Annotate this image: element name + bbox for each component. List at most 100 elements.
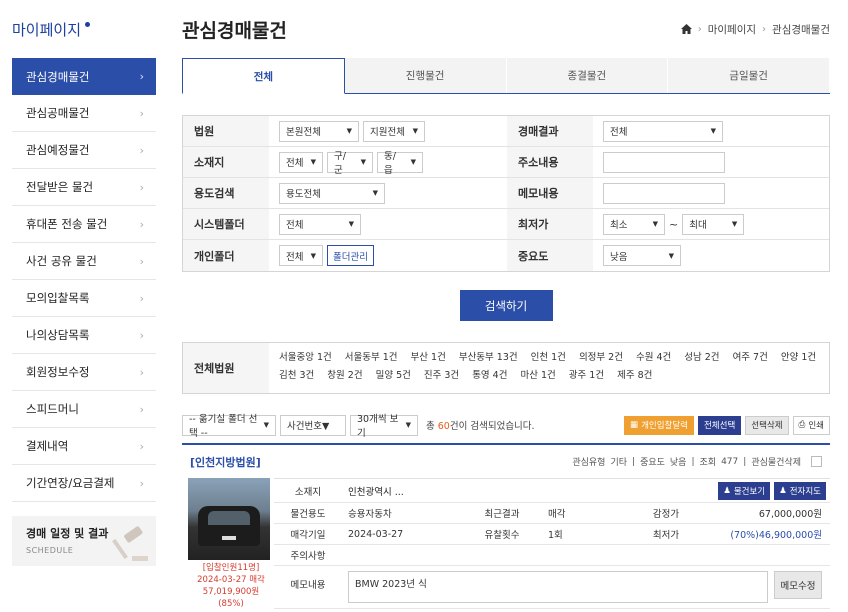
chevron-right-icon: › (139, 291, 144, 305)
filter-row: 소재지 전체 ▼ 구/군 ▼ 동/읍 ▼ 주소내용 (183, 147, 829, 178)
breadcrumb-separator-icon: › (697, 23, 702, 35)
toolbar-actions: ▦ 개인입찰달력 전체선택 선택삭제 ⎙ 인쇄 (624, 415, 830, 435)
sidebar-item-label: 모의입찰목록 (26, 291, 90, 305)
sidebar-item-consult[interactable]: 나의상담목록 › (12, 317, 156, 354)
select-value: 구/군 (334, 151, 346, 176)
breadcrumb-current[interactable]: 관심경매물건 (772, 22, 830, 37)
court-link[interactable]: 부산동부 13건 (459, 349, 518, 363)
court-link[interactable]: 마산 1건 (520, 367, 555, 381)
sidebar: 마이페이지 관심경매물건 › 관심공매물건 › 관심예정물건 › 전달받은 물건 › 휴… (12, 0, 156, 566)
tab-today[interactable]: 금일물건 (668, 58, 830, 93)
tab-in-progress[interactable]: 진행물건 (345, 58, 507, 93)
delete-selected-button[interactable]: 선택삭제 (745, 415, 789, 435)
court-link[interactable]: 여주 7건 (733, 349, 768, 363)
per-page-select[interactable]: 30개씩 보기 ▼ (350, 414, 418, 439)
court-link[interactable]: 성남 2건 (684, 349, 719, 363)
sidebar-item-payments[interactable]: 결제내역 › (12, 428, 156, 465)
notes-key: 주의사항 (290, 551, 326, 562)
court-link[interactable]: 안양 1건 (781, 349, 816, 363)
select-value: 최소 (610, 220, 628, 231)
court-link[interactable]: 의정부 2건 (579, 349, 623, 363)
price-max-select[interactable]: 최대 ▼ (682, 213, 745, 235)
personal-folder-select[interactable]: 전체 ▼ (279, 245, 323, 266)
court-link[interactable]: 서울동부 1건 (345, 349, 398, 363)
address-input[interactable] (603, 151, 725, 173)
select-all-button[interactable]: 전체선택 (697, 415, 742, 435)
court-link[interactable]: 인천 1건 (531, 349, 566, 363)
sidebar-item-interest-public[interactable]: 관심공매물건 › (12, 95, 156, 132)
sidebar-item-interest-auction[interactable]: 관심경매물건 › (12, 58, 156, 95)
court-link[interactable]: 통영 4건 (472, 367, 507, 381)
select-value: 최대 (689, 220, 707, 231)
schedule-banner[interactable]: 경매 일정 및 결과 SCHEDULE (12, 516, 156, 566)
appraisal-key: 감정가 (652, 509, 680, 520)
court-link[interactable]: 제주 8건 (617, 367, 652, 381)
meta-type-label: 관심유형 (572, 458, 606, 468)
court-link[interactable]: 수원 4건 (636, 349, 671, 363)
court-link[interactable]: 광주 1건 (569, 367, 604, 381)
min-price-label: 최저가 (507, 209, 593, 239)
delete-interest-link[interactable]: 관심물건삭제 (751, 455, 801, 468)
sidebar-item-phone-sent[interactable]: 휴대폰 전송 물건 › (12, 206, 156, 243)
home-icon[interactable] (680, 24, 692, 34)
move-folder-select[interactable]: -- 옮기실 폴더 선택 -- ▼ (182, 414, 276, 439)
select-value: 용도전체 (286, 189, 321, 200)
sidebar-item-speed-money[interactable]: 스피드머니 › (12, 391, 156, 428)
sidebar-item-interest-upcoming[interactable]: 관심예정물건 › (12, 132, 156, 169)
location-town-select[interactable]: 동/읍 ▼ (377, 151, 423, 176)
result-select[interactable]: 전체 ▼ (603, 120, 723, 142)
court-link[interactable]: 부산 1건 (411, 349, 446, 363)
item-meta: 관심유형 기타 | 중요도 낮음 | 조회 477 | 관심물건삭제 (572, 455, 822, 468)
tab-all[interactable]: 전체 (182, 58, 345, 94)
location-city-select[interactable]: 전체 ▼ (279, 151, 323, 173)
chevron-right-icon: › (139, 328, 144, 342)
sidebar-item-label: 회원정보수정 (26, 365, 90, 379)
tab-closed[interactable]: 종결물건 (507, 58, 669, 93)
sidebar-item-shared[interactable]: 사건 공유 물건 › (12, 243, 156, 280)
sort-select[interactable]: 사건번호▼ (280, 414, 346, 436)
chevron-right-icon: › (139, 143, 144, 157)
folder-manage-button[interactable]: 폴더관리 (327, 245, 374, 266)
court-link[interactable]: 서울중앙 1건 (279, 349, 332, 363)
meta-type-value: 기타 (610, 458, 628, 468)
search-button[interactable]: 검색하기 (459, 290, 553, 321)
memo-textarea[interactable]: BMW 2023년 식 (348, 571, 768, 603)
brand[interactable]: 마이페이지 (12, 0, 156, 58)
min-price-value: (70%)46,900,000원 (730, 530, 822, 541)
map-button[interactable]: ♟ 전자지도 (774, 481, 826, 500)
location-district-select[interactable]: 구/군 ▼ (327, 151, 373, 176)
sidebar-item-label: 휴대폰 전송 물건 (26, 217, 108, 231)
court-link[interactable]: 창원 2건 (327, 367, 362, 381)
importance-select[interactable]: 낮음 ▼ (603, 245, 681, 266)
sidebar-item-label: 관심공매물건 (26, 106, 90, 120)
view-item-button[interactable]: ♟ 물건보기 (718, 481, 771, 500)
bid-calendar-button[interactable]: ▦ 개인입찰달력 (624, 415, 694, 435)
person-icon: ♟ (779, 485, 787, 496)
system-folder-select[interactable]: 전체 ▼ (279, 213, 361, 235)
price-min-select[interactable]: 최소 ▼ (603, 213, 665, 235)
item-court[interactable]: [인천지방법원] (190, 454, 261, 470)
court-link[interactable]: 밀양 5건 (376, 367, 411, 381)
chevron-right-icon: › (139, 180, 144, 194)
address-label: 주소내용 (507, 147, 593, 177)
sidebar-item-profile[interactable]: 회원정보수정 › (12, 354, 156, 391)
court-main-select[interactable]: 본원전체 ▼ (279, 120, 359, 142)
caret-down-icon: ▼ (310, 251, 316, 260)
sidebar-item-mock-bid[interactable]: 모의입찰목록 › (12, 280, 156, 317)
court-summary-list: 서울중앙 1건 서울동부 1건 부산 1건 부산동부 13건 인천 1건 의정부… (269, 343, 829, 393)
court-branch-select[interactable]: 지원전체 ▼ (363, 120, 425, 142)
sidebar-item-received[interactable]: 전달받은 물건 › (12, 169, 156, 206)
usage-select[interactable]: 용도전체 ▼ (279, 182, 385, 204)
item-checkbox[interactable] (811, 456, 822, 467)
select-value: 30개씩 보기 (357, 414, 399, 439)
sidebar-item-extend[interactable]: 기간연장/요금결제 › (12, 465, 156, 502)
court-link[interactable]: 진주 3건 (424, 367, 459, 381)
print-button[interactable]: ⎙ 인쇄 (792, 415, 830, 435)
memo-edit-button[interactable]: 메모수정 (774, 571, 822, 599)
memo-input[interactable] (603, 182, 725, 204)
court-link[interactable]: 김천 3건 (279, 367, 314, 381)
item-detail: 소재지 인천광역시 ... ♟ 물건보기 ♟ 전자지도 물건용도 승용자동차 최근결… (274, 478, 830, 610)
usage-label: 용도검색 (183, 178, 269, 208)
item-photo[interactable] (188, 478, 270, 560)
breadcrumb-mypage[interactable]: 마이페이지 (708, 22, 756, 37)
